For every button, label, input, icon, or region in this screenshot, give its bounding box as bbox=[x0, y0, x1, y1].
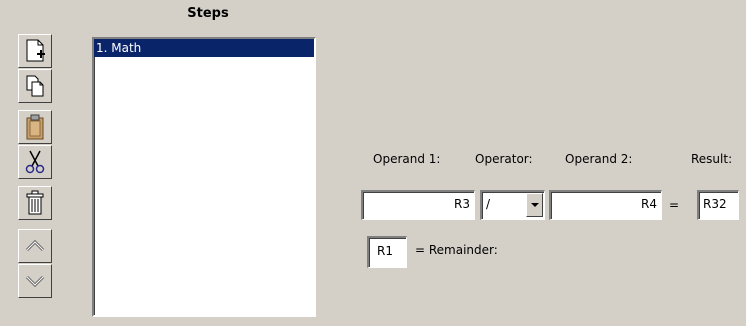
steps-title: Steps bbox=[187, 6, 229, 21]
result-label: Result: bbox=[691, 152, 733, 166]
steps-toolbar bbox=[18, 34, 54, 298]
operand1-field[interactable]: R3 bbox=[361, 190, 475, 220]
move-up-button[interactable] bbox=[18, 229, 52, 263]
paste-step-button[interactable] bbox=[18, 110, 52, 144]
chevron-down-icon bbox=[530, 203, 539, 207]
scissors-icon bbox=[23, 148, 47, 176]
remainder-label: = Remainder: bbox=[415, 243, 498, 257]
operand2-field[interactable]: R4 bbox=[549, 190, 662, 220]
operand2-label: Operand 2: bbox=[565, 152, 633, 166]
operator-dropdown-button[interactable] bbox=[526, 193, 543, 217]
operator-label: Operator: bbox=[475, 152, 533, 166]
copy-step-button[interactable] bbox=[18, 69, 52, 103]
equals-sign: = bbox=[669, 198, 680, 212]
clipboard-icon bbox=[23, 113, 47, 141]
math-step-editor: Steps 1. Math Operand 1: Operator: Opera… bbox=[0, 0, 746, 326]
operand1-label: Operand 1: bbox=[373, 152, 441, 166]
list-item-label: 1. Math bbox=[96, 41, 142, 55]
move-down-button[interactable] bbox=[18, 264, 52, 298]
result-field[interactable]: R32 bbox=[697, 190, 739, 220]
remainder-field[interactable]: R1 bbox=[367, 236, 407, 268]
new-step-button[interactable] bbox=[18, 34, 52, 68]
copy-icon bbox=[23, 73, 47, 99]
trash-icon bbox=[23, 189, 47, 217]
chevron-up-icon bbox=[23, 235, 47, 257]
steps-list[interactable]: 1. Math bbox=[92, 37, 316, 317]
delete-step-button[interactable] bbox=[18, 186, 52, 220]
list-item[interactable]: 1. Math bbox=[94, 39, 314, 57]
chevron-down-icon bbox=[23, 270, 47, 292]
operator-select[interactable]: / bbox=[480, 190, 545, 220]
operator-value: / bbox=[486, 197, 491, 211]
new-document-icon bbox=[23, 38, 47, 64]
cut-step-button[interactable] bbox=[18, 145, 52, 179]
